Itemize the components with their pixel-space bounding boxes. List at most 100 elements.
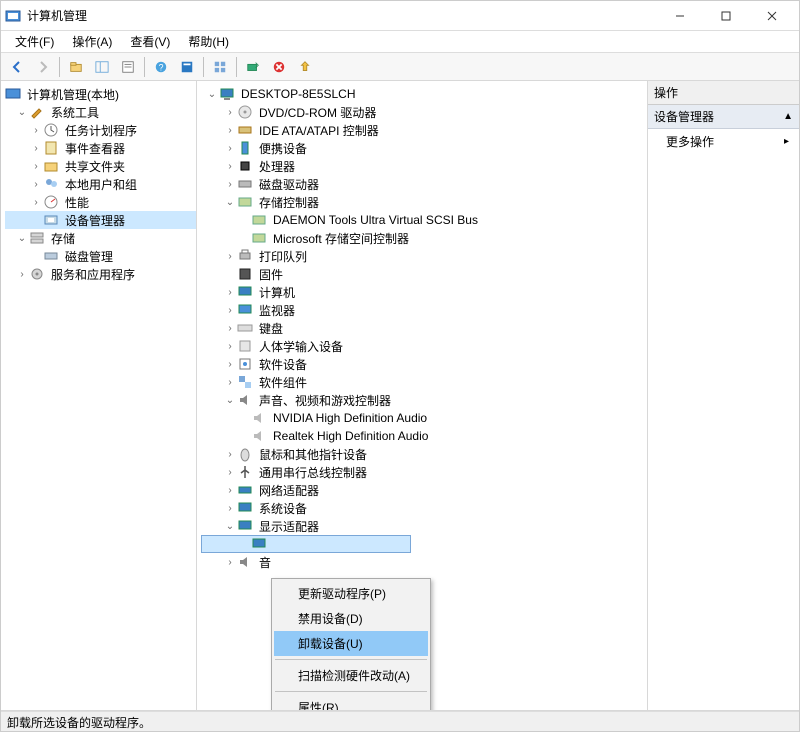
chevron-right-icon[interactable]: ›: [223, 143, 237, 154]
cm-update-driver[interactable]: 更新驱动程序(P): [274, 581, 428, 606]
chevron-down-icon[interactable]: ⌄: [15, 233, 29, 244]
chevron-right-icon[interactable]: ›: [29, 161, 43, 172]
menu-help[interactable]: 帮助(H): [180, 31, 237, 52]
dev-msft-storage[interactable]: Microsoft 存储空间控制器: [201, 229, 647, 247]
tree-shared-folders[interactable]: › 共享文件夹: [5, 157, 196, 175]
cat-processors[interactable]: ›处理器: [201, 157, 647, 175]
menu-view[interactable]: 查看(V): [122, 31, 178, 52]
chevron-right-icon[interactable]: ›: [223, 305, 237, 316]
cat-dvd[interactable]: ›DVD/CD-ROM 驱动器: [201, 103, 647, 121]
cat-keyboards[interactable]: ›键盘: [201, 319, 647, 337]
chevron-right-icon[interactable]: ›: [223, 449, 237, 460]
cat-firmware[interactable]: 固件: [201, 265, 647, 283]
content-area: 计算机管理(本地) ⌄ 系统工具 › 任务计划程序 › 事件查看器 › 共享文件…: [1, 81, 799, 711]
tree-device-manager[interactable]: 设备管理器: [5, 211, 196, 229]
cat-software-devices[interactable]: ›软件设备: [201, 355, 647, 373]
chevron-right-icon[interactable]: ›: [29, 179, 43, 190]
cat-ide[interactable]: ›IDE ATA/ATAPI 控制器: [201, 121, 647, 139]
chevron-right-icon[interactable]: ›: [223, 287, 237, 298]
chevron-down-icon[interactable]: ⌄: [205, 89, 219, 100]
cat-sound[interactable]: ⌄声音、视频和游戏控制器: [201, 391, 647, 409]
cat-portable[interactable]: ›便携设备: [201, 139, 647, 157]
chevron-right-icon[interactable]: ›: [223, 467, 237, 478]
dev-daemon-scsi[interactable]: DAEMON Tools Ultra Virtual SCSI Bus: [201, 211, 647, 229]
cat-disk-drives[interactable]: ›磁盘驱动器: [201, 175, 647, 193]
menu-file[interactable]: 文件(F): [7, 31, 62, 52]
chevron-right-icon[interactable]: ›: [223, 359, 237, 370]
actions-section[interactable]: 设备管理器 ▲: [648, 105, 799, 129]
action-button[interactable]: [175, 56, 199, 78]
tree-event-viewer[interactable]: › 事件查看器: [5, 139, 196, 157]
tree-task-scheduler[interactable]: › 任务计划程序: [5, 121, 196, 139]
cat-hid[interactable]: ›人体学输入设备: [201, 337, 647, 355]
chevron-down-icon[interactable]: ⌄: [15, 107, 29, 118]
cat-monitors[interactable]: ›监视器: [201, 301, 647, 319]
cat-system-devices[interactable]: ›系统设备: [201, 499, 647, 517]
console-tree-pane[interactable]: 计算机管理(本地) ⌄ 系统工具 › 任务计划程序 › 事件查看器 › 共享文件…: [1, 81, 197, 710]
cat-network[interactable]: ›网络适配器: [201, 481, 647, 499]
chevron-right-icon[interactable]: ›: [223, 341, 237, 352]
chevron-right-icon[interactable]: ›: [29, 197, 43, 208]
back-button[interactable]: [5, 56, 29, 78]
tree-disk-management[interactable]: 磁盘管理: [5, 247, 196, 265]
tree-system-tools[interactable]: ⌄ 系统工具: [5, 103, 196, 121]
tree-local-users-groups[interactable]: › 本地用户和组: [5, 175, 196, 193]
dev-nvidia-audio[interactable]: NVIDIA High Definition Audio: [201, 409, 647, 427]
tree-storage[interactable]: ⌄ 存储: [5, 229, 196, 247]
chevron-right-icon[interactable]: ›: [29, 125, 43, 136]
cat-display-adapters[interactable]: ⌄显示适配器: [201, 517, 647, 535]
maximize-button[interactable]: [703, 1, 749, 31]
device-root[interactable]: ⌄ DESKTOP-8E5SLCH: [201, 85, 647, 103]
cm-disable-device[interactable]: 禁用设备(D): [274, 606, 428, 631]
actions-more[interactable]: 更多操作 ▸: [648, 129, 799, 154]
cat-mice[interactable]: ›鼠标和其他指针设备: [201, 445, 647, 463]
cat-software-components[interactable]: ›软件组件: [201, 373, 647, 391]
chevron-right-icon[interactable]: ›: [223, 323, 237, 334]
chevron-right-icon[interactable]: ›: [223, 125, 237, 136]
chevron-down-icon[interactable]: ⌄: [223, 197, 237, 208]
cm-scan-hardware[interactable]: 扫描检测硬件改动(A): [274, 663, 428, 688]
chevron-right-icon[interactable]: ›: [223, 377, 237, 388]
update-driver-button[interactable]: [293, 56, 317, 78]
cat-audio-io[interactable]: ›音: [201, 553, 647, 571]
chevron-right-icon[interactable]: ›: [223, 485, 237, 496]
chevron-down-icon[interactable]: ⌄: [223, 395, 237, 406]
close-button[interactable]: [749, 1, 795, 31]
tree-root-local[interactable]: 计算机管理(本地): [5, 85, 196, 103]
dvd-icon: [237, 104, 253, 120]
chevron-right-icon[interactable]: ›: [223, 107, 237, 118]
chevron-right-icon[interactable]: ›: [223, 557, 237, 568]
chevron-right-icon[interactable]: ›: [15, 269, 29, 280]
cat-storage-controllers[interactable]: ⌄存储控制器: [201, 193, 647, 211]
cat-usb[interactable]: ›通用串行总线控制器: [201, 463, 647, 481]
statusbar: 卸载所选设备的驱动程序。: [1, 711, 799, 731]
dev-selected-display-adapter[interactable]: [201, 535, 411, 553]
dev-realtek-audio[interactable]: Realtek High Definition Audio: [201, 427, 647, 445]
scsi-icon: [251, 230, 267, 246]
cat-computer[interactable]: ›计算机: [201, 283, 647, 301]
up-button[interactable]: [64, 56, 88, 78]
chevron-right-icon[interactable]: ›: [223, 161, 237, 172]
forward-button[interactable]: [31, 56, 55, 78]
toolbar: ?: [1, 53, 799, 81]
scan-hardware-button[interactable]: [241, 56, 265, 78]
view-large-button[interactable]: [208, 56, 232, 78]
minimize-button[interactable]: [657, 1, 703, 31]
properties-button[interactable]: [116, 56, 140, 78]
cm-properties[interactable]: 属性(R): [274, 695, 428, 710]
menu-action[interactable]: 操作(A): [64, 31, 120, 52]
chevron-right-icon[interactable]: ›: [223, 503, 237, 514]
show-hide-tree-button[interactable]: [90, 56, 114, 78]
chevron-down-icon[interactable]: ⌄: [223, 521, 237, 532]
cat-print-queues[interactable]: ›打印队列: [201, 247, 647, 265]
tree-services-apps[interactable]: › 服务和应用程序: [5, 265, 196, 283]
uninstall-device-button[interactable]: [267, 56, 291, 78]
chevron-right-icon[interactable]: ›: [29, 143, 43, 154]
chevron-right-icon[interactable]: ›: [223, 251, 237, 262]
help-button[interactable]: ?: [149, 56, 173, 78]
device-tree-pane[interactable]: ⌄ DESKTOP-8E5SLCH ›DVD/CD-ROM 驱动器 ›IDE A…: [197, 81, 648, 710]
tree-performance[interactable]: › 性能: [5, 193, 196, 211]
section-collapse-icon[interactable]: ▲: [783, 111, 793, 122]
cm-uninstall-device[interactable]: 卸载设备(U): [274, 631, 428, 656]
chevron-right-icon[interactable]: ›: [223, 179, 237, 190]
